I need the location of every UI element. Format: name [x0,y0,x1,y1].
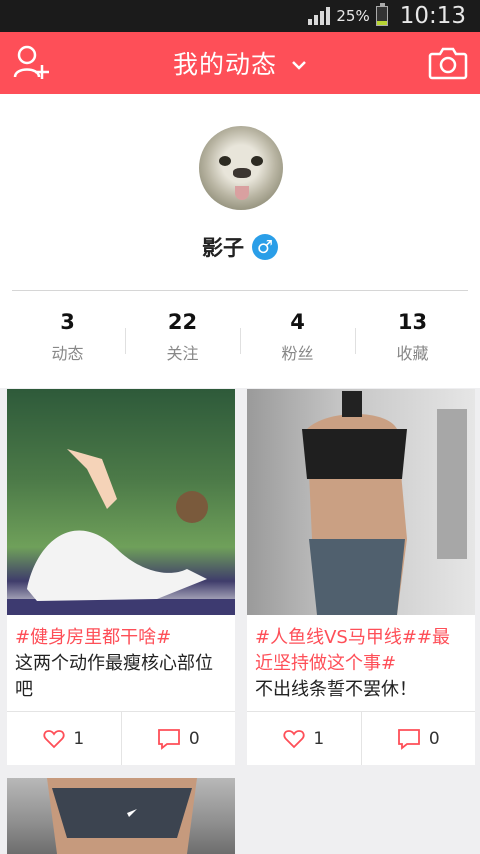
male-icon: ♂ [252,234,278,260]
post-text: 这两个动作最瘦核心部位吧 [15,653,213,700]
post-card[interactable] [7,778,235,854]
comment-icon [397,728,420,750]
stat-posts[interactable]: 3 动态 [10,310,125,364]
stat-value: 3 [60,310,75,334]
post-image[interactable] [7,778,235,854]
like-count: 1 [313,728,325,749]
page-title[interactable]: 我的动态 [173,45,277,81]
stat-label: 动态 [51,344,84,363]
username: 影子 [202,236,244,260]
stats-bar: 3 动态 22 关注 4 粉丝 13 收藏 [10,310,470,364]
post-text: 不出线条誓不罢休！ [255,679,417,700]
post-card[interactable]: #人鱼线VS马甲线##最近坚持做这个事# 不出线条誓不罢休！ 1 0 [247,389,475,765]
avatar[interactable] [199,126,283,210]
signal-icon [308,7,331,25]
post-tag[interactable]: #健身房里都干啥# [7,615,235,651]
stat-label: 关注 [166,344,199,363]
comment-count: 0 [188,728,200,749]
like-button[interactable]: 1 [7,712,121,765]
comment-icon [157,728,180,750]
status-bar: 25% 10:13 [0,0,480,32]
add-friend-icon[interactable] [12,43,54,87]
like-count: 1 [73,728,85,749]
username-row: 影子 ♂ [0,232,480,262]
stat-label: 收藏 [396,344,429,363]
post-tag[interactable]: #人鱼线VS马甲线##最近坚持做这个事# [247,615,475,677]
heart-icon [43,729,65,748]
post-image[interactable] [7,389,235,615]
post-card[interactable]: #健身房里都干啥# 这两个动作最瘦核心部位吧 1 0 [7,389,235,765]
heart-icon [283,729,305,748]
camera-icon[interactable] [428,46,468,84]
comment-count: 0 [428,728,440,749]
stat-value: 4 [290,310,305,334]
battery-percent: 25% [336,7,370,25]
stat-followers[interactable]: 4 粉丝 [240,310,355,364]
post-actions: 1 0 [7,711,235,765]
like-button[interactable]: 1 [247,712,361,765]
battery-icon [375,3,388,26]
clock: 10:13 [399,3,466,29]
stat-value: 13 [397,310,428,334]
post-actions: 1 0 [247,711,475,765]
stat-following[interactable]: 22 关注 [125,310,240,364]
chevron-down-icon[interactable] [291,55,307,74]
profile-section: 影子 ♂ 3 动态 22 关注 4 粉丝 13 收藏 [0,94,480,388]
stat-favorites[interactable]: 13 收藏 [355,310,470,364]
post-image[interactable] [247,389,475,615]
comment-button[interactable]: 0 [360,712,476,765]
stat-label: 粉丝 [281,344,314,363]
divider [12,290,468,291]
stat-value: 22 [167,310,198,334]
comment-button[interactable]: 0 [120,712,236,765]
header-bar: 我的动态 [0,32,480,94]
